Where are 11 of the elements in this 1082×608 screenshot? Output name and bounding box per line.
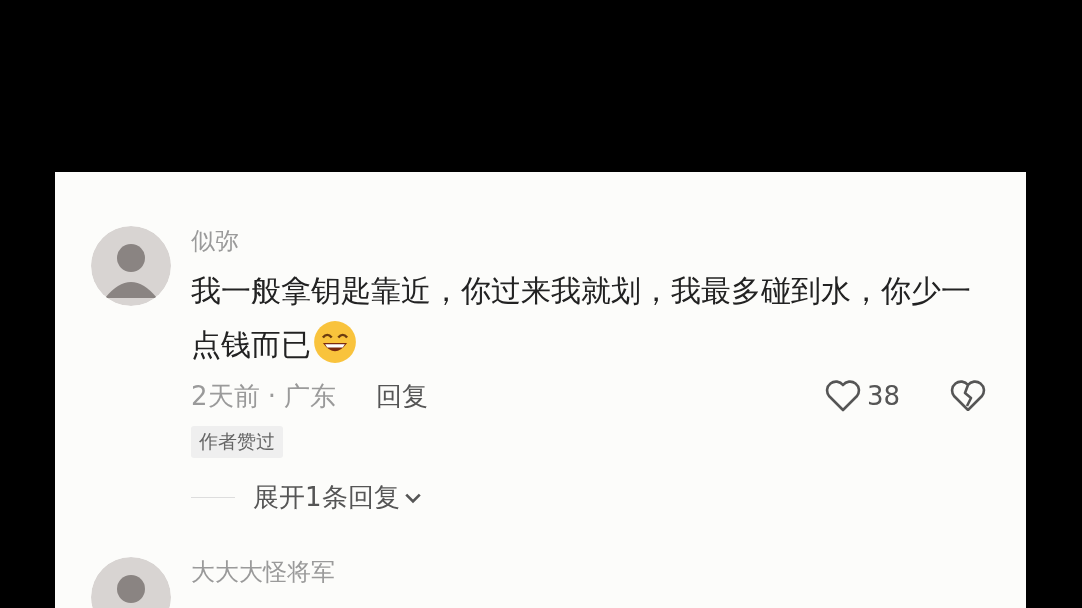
- expand-replies-button[interactable]: 展开1条回复: [253, 480, 422, 515]
- like-count: 38: [866, 381, 900, 411]
- chevron-down-icon: [403, 491, 422, 504]
- time-location: 2天前 · 广东: [191, 379, 337, 413]
- broken-heart-icon[interactable]: [950, 380, 986, 412]
- heart-icon[interactable]: [824, 380, 861, 412]
- comment-text: 我一般拿钥匙靠近，你过来我就划，我最多碰到水，你少一点钱而已: [191, 272, 972, 366]
- author-liked-badge: 作者赞过: [191, 426, 283, 458]
- grinning-face-icon: [313, 320, 357, 364]
- avatar[interactable]: [91, 226, 171, 306]
- reply-button[interactable]: 回复: [376, 378, 429, 414]
